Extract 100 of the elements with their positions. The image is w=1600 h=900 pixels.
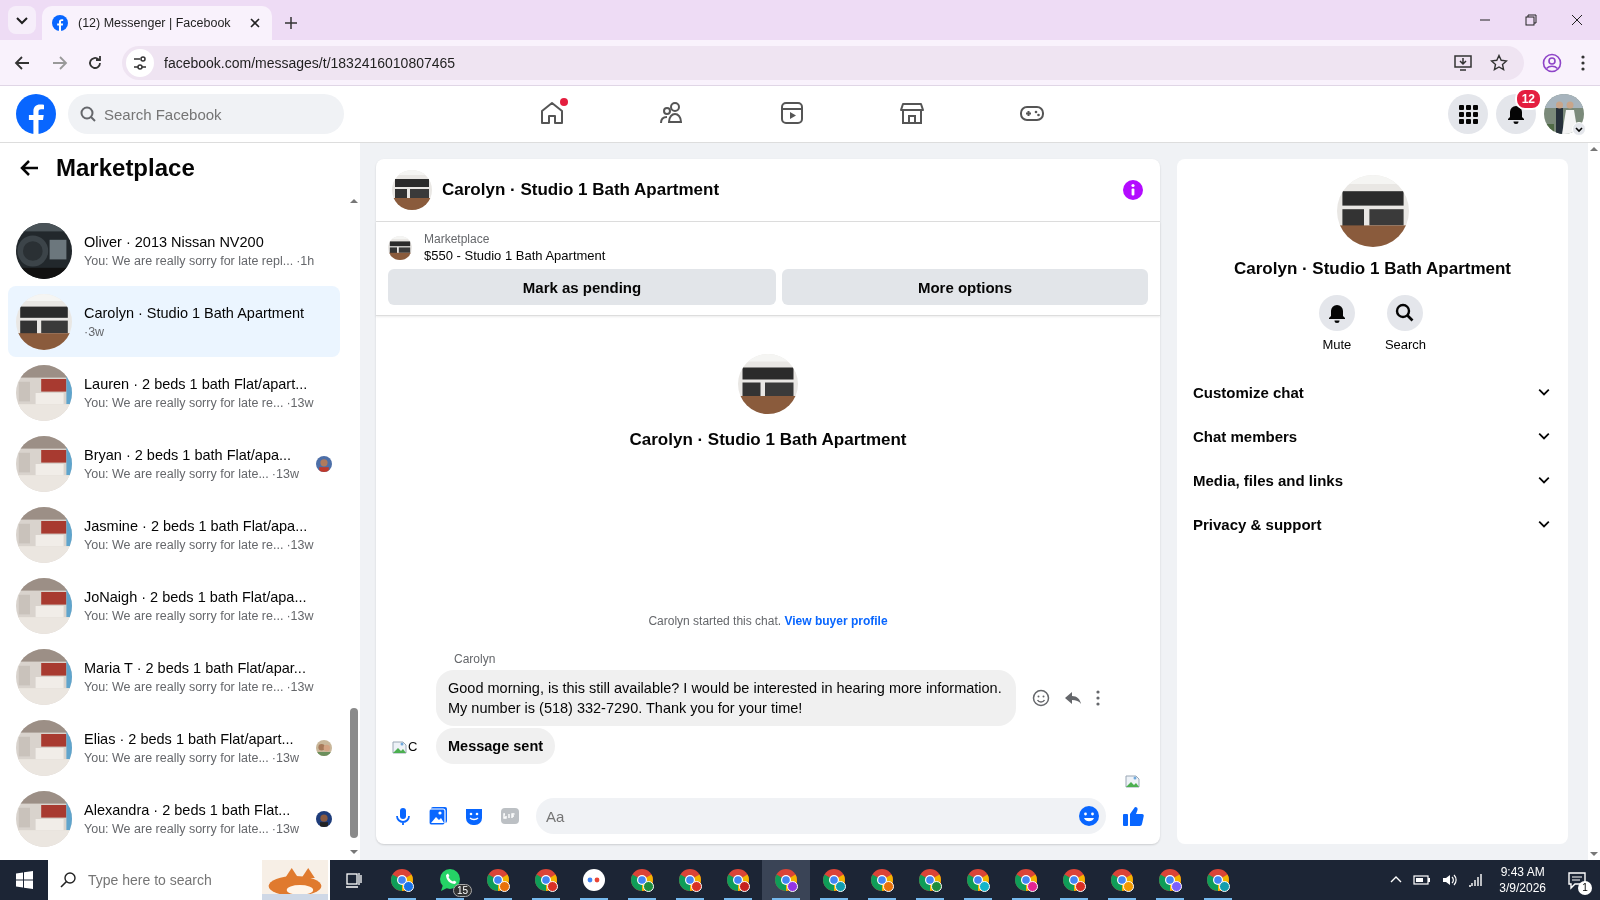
taskbar-search-field[interactable]: Type here to search xyxy=(48,860,330,900)
reply-icon[interactable] xyxy=(1064,689,1082,707)
smiley-icon[interactable] xyxy=(1078,805,1100,827)
tab-search-button[interactable] xyxy=(8,6,36,34)
sticker-icon[interactable] xyxy=(464,806,484,826)
message-preview: You: We are really sorry for late re... xyxy=(84,537,284,552)
chat-start-note: Carolyn started this chat. View buyer profile xyxy=(647,614,889,628)
menu-icon[interactable] xyxy=(1580,53,1586,72)
section-toggle[interactable]: Chat members xyxy=(1185,414,1560,458)
profile-link[interactable]: View buyer profile xyxy=(784,614,888,628)
conversation-name: JoNaigh · 2 beds 1 bath Flat/apa... xyxy=(84,588,308,605)
message-preview: You: We are really sorry for late... xyxy=(84,750,269,765)
new-tab-icon[interactable] xyxy=(284,16,298,30)
conversation-item[interactable]: Jasmine · 2 beds 1 bath Flat/apa... You: We are really sorry for late re... ·13w xyxy=(8,499,340,570)
speaker-icon[interactable] xyxy=(1441,872,1458,888)
thumbs-up-icon[interactable] xyxy=(1122,805,1144,827)
facebook-logo[interactable] xyxy=(16,94,56,134)
section-toggle[interactable]: Media, files and links xyxy=(1185,458,1560,502)
message-time: ·13w xyxy=(286,395,314,410)
conversation-item[interactable]: Carolyn · Studio 1 Bath Apartment ·3w xyxy=(8,286,340,357)
message-time: ·3w xyxy=(84,324,105,339)
smiley-icon[interactable] xyxy=(1032,689,1050,707)
message-preview: You: We are really sorry for late repl... xyxy=(84,253,294,268)
read-receipt-icon xyxy=(1125,772,1140,788)
conversation-name: Maria T · 2 beds 1 bath Flat/apar... xyxy=(84,659,307,676)
site-info-button[interactable] xyxy=(126,48,154,77)
facebook-icon xyxy=(52,15,68,31)
account-caret-button[interactable] xyxy=(1572,122,1586,136)
message-time: ·1h xyxy=(296,253,315,268)
conversation-item[interactable]: Maria T · 2 beds 1 bath Flat/apar... You: We are really sorry for late re... ·13w xyxy=(8,641,340,712)
conversation-name: Lauren · 2 beds 1 bath Flat/apart... xyxy=(84,375,309,392)
conversation-name: Elias · 2 beds 1 bath Flat/apart... xyxy=(84,730,295,747)
close-icon[interactable] xyxy=(1571,14,1583,26)
listing-button[interactable]: Mark as pending xyxy=(388,269,776,305)
message-preview: You: We are really sorry for late re... xyxy=(84,608,284,623)
notification-badge: 12 xyxy=(1514,88,1542,110)
contact-name: Carolyn · Studio 1 Bath Apartment xyxy=(1233,259,1512,279)
forward-icon[interactable] xyxy=(50,53,68,72)
message-time: ·13w xyxy=(286,679,314,694)
microphone-icon[interactable] xyxy=(394,806,412,826)
search-icon xyxy=(80,106,96,122)
message-preview: You: We are really sorry for late re... xyxy=(84,395,284,410)
message-time: ·13w xyxy=(271,750,299,765)
more-icon[interactable] xyxy=(1096,690,1100,706)
listing-title[interactable]: $550 - Studio 1 Bath Apartment xyxy=(424,248,606,263)
conversation-name: Alexandra · 2 beds 1 bath Flat... xyxy=(84,801,292,818)
message-time: ·13w xyxy=(271,466,299,481)
browser-tab[interactable]: (12) Messenger | Facebook xyxy=(42,6,272,40)
conversation-item[interactable]: Elias · 2 beds 1 bath Flat/apart... You: We are really sorry for late... ·13w xyxy=(8,712,340,783)
close-icon[interactable] xyxy=(248,16,262,30)
section-toggle[interactable]: Privacy & support xyxy=(1185,502,1560,546)
battery-icon[interactable] xyxy=(1413,872,1432,888)
search-input[interactable]: Type here to search xyxy=(88,860,250,900)
notification-center-button[interactable]: 1 xyxy=(1562,865,1592,895)
reload-icon[interactable] xyxy=(86,53,104,72)
chat-icon xyxy=(1567,870,1587,890)
clock-time[interactable]: 9:43 AM xyxy=(1500,864,1545,880)
section-toggle[interactable]: Customize chat xyxy=(1185,370,1560,414)
conversation-name: Carolyn · Studio 1 Bath Apartment xyxy=(84,304,306,321)
avatar-alt-text: C xyxy=(408,738,418,754)
listing-button[interactable]: More options xyxy=(782,269,1148,305)
conversation-item[interactable]: Alexandra · 2 beds 1 bath Flat... You: We are really sorry for late... ·13w xyxy=(8,783,340,854)
message-bubble: Good morning, is this still available? I would be interested in hearing more information. My number is (518) 332-7290. Thank you for your time! xyxy=(436,670,1016,726)
windows-icon[interactable] xyxy=(15,871,33,889)
message-time: ·13w xyxy=(286,537,314,552)
scrollbar-thumb[interactable] xyxy=(350,708,358,838)
clock-date[interactable]: 3/9/2026 xyxy=(1499,880,1546,896)
scroll-down-icon xyxy=(1589,850,1599,858)
page-title: Marketplace xyxy=(56,154,195,182)
menu-button[interactable] xyxy=(1448,94,1488,134)
conversation-item[interactable]: JoNaigh · 2 beds 1 bath Flat/apa... You: We are really sorry for late re... ·13w xyxy=(8,570,340,641)
taskbar-app[interactable]: 15 xyxy=(426,860,474,900)
scroll-up-icon xyxy=(349,197,359,205)
scroll-up-icon xyxy=(1589,145,1599,153)
search-input[interactable]: Search Facebook xyxy=(104,94,332,134)
taskbar-app[interactable] xyxy=(762,860,810,900)
profile-icon[interactable] xyxy=(1542,52,1562,73)
back-icon[interactable] xyxy=(14,53,32,72)
broken-image-icon xyxy=(392,738,407,754)
install-icon[interactable] xyxy=(1454,53,1472,72)
conversation-item[interactable]: Oliver · 2013 Nissan NV200 You: We are really sorry for late repl... ·1h xyxy=(8,215,340,286)
back-arrow-icon[interactable] xyxy=(20,158,40,178)
message-preview: You: We are really sorry for late... xyxy=(84,466,269,481)
star-icon[interactable] xyxy=(1490,53,1508,72)
search-field[interactable]: Search Facebook xyxy=(68,94,344,134)
task-view-icon[interactable] xyxy=(345,871,363,889)
image-icon[interactable] xyxy=(428,806,448,826)
conversation-item[interactable]: Lauren · 2 beds 1 bath Flat/apart... You: We are really sorry for late re... ·13w xyxy=(8,357,340,428)
conversation-item[interactable]: Bryan · 2 beds 1 bath Flat/apa... You: We are really sorry for late... ·13w xyxy=(8,428,340,499)
notification-count: 1 xyxy=(1578,881,1592,895)
conversation-name: Jasmine · 2 beds 1 bath Flat/apa... xyxy=(84,517,309,534)
conversation-name: Oliver · 2013 Nissan NV200 xyxy=(84,233,265,250)
chat-title: Carolyn · Studio 1 Bath Apartment xyxy=(442,180,721,200)
grid-icon xyxy=(1458,104,1478,124)
info-icon[interactable] xyxy=(1122,179,1144,201)
search-icon xyxy=(60,872,76,888)
badge-count: 15 xyxy=(452,884,472,897)
bell-icon xyxy=(1326,303,1347,323)
restore-icon[interactable] xyxy=(1525,14,1537,26)
message-preview: You: We are really sorry for late re... xyxy=(84,679,284,694)
